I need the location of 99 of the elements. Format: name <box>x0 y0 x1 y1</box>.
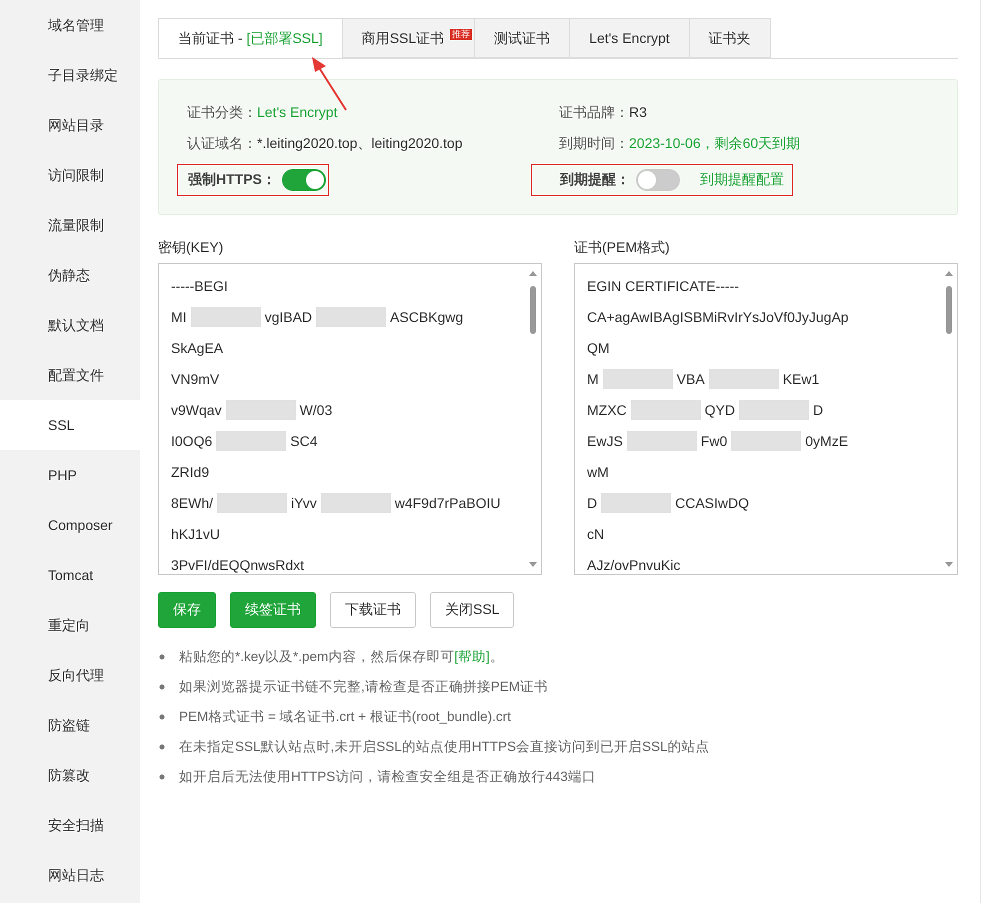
bullet-icon <box>159 744 165 750</box>
sidebar-item[interactable]: 伪静态 <box>0 250 140 300</box>
sidebar-item[interactable]: PHP <box>0 450 140 500</box>
tab[interactable]: 证书夹 <box>688 18 771 58</box>
code-text: CA+agAwIBAgISBMiRvIrYsJoVf0JyJugAp <box>587 308 849 327</box>
sidebar-item[interactable]: 子目录绑定 <box>0 50 140 100</box>
sidebar-item[interactable]: 域名管理 <box>0 0 140 50</box>
sidebar-item[interactable]: SSL <box>0 400 140 450</box>
sidebar-item[interactable]: 防盗链 <box>0 700 140 750</box>
code-text: EGIN CERTIFICATE----- <box>587 276 739 296</box>
redaction-mark <box>626 430 697 450</box>
sidebar-item[interactable]: Composer <box>0 500 140 550</box>
field-label: 证书(PEM格式) <box>574 238 671 257</box>
redaction-mark <box>708 368 779 388</box>
field-label: 到期时间： <box>559 135 629 151</box>
code-text: M <box>587 370 599 388</box>
sidebar-item[interactable]: 反向代理 <box>0 650 140 700</box>
code-text: 0yMzE <box>805 432 848 451</box>
code-text: 8EWh/ <box>171 494 214 512</box>
code-text: Fw0 <box>700 432 728 450</box>
redaction-mark <box>602 368 673 388</box>
field-value: 2023-10-06，剩余60天到期 <box>629 135 800 151</box>
tab[interactable]: Let's Encrypt <box>569 18 689 58</box>
note-text: 在未指定SSL默认站点时,未开启SSL的站点使用HTTPS会直接访问到已开启SSL的站点 <box>179 738 710 756</box>
bullet-icon <box>159 714 165 720</box>
code-text: W/03 <box>300 400 332 420</box>
code-text: QYD <box>704 400 736 420</box>
text-area[interactable]: EGIN CERTIFICATE----- CA+agAwIBAgISBMiRvIrYsJoVf0JyJugAp QM M VBA KEw1 MZXC QYD D EwJS Fw0 0yMzE wM D CCASIwDQ cN AJz/ovPnvuKic <box>574 263 958 575</box>
code-text: I0OQ6 <box>171 432 212 451</box>
code-text: 3PvFI/dEQQnwsRdxt <box>171 556 304 574</box>
code-text: ASCBKgwg <box>390 308 464 327</box>
code-text: VBA <box>676 370 705 388</box>
redaction-mark <box>316 306 386 326</box>
code-text: iYvv <box>291 494 317 512</box>
note-text: 粘贴您的*.key以及*.pem内容，然后保存即可[帮助]。 <box>179 648 504 666</box>
status-label: [已部署SSL] <box>246 30 323 46</box>
code-text: SkAgEA <box>171 338 224 358</box>
redaction-mark <box>739 400 810 420</box>
sidebar-item[interactable]: 重定向 <box>0 600 140 650</box>
code-text: vgIBAD <box>264 308 312 327</box>
code-text: wM <box>587 462 609 482</box>
sidebar-item[interactable]: 流量限制 <box>0 200 140 250</box>
action-button[interactable]: 关闭SSL <box>430 592 514 628</box>
bullet-icon <box>159 654 165 660</box>
code-text: w4F9d7rPaBOIU <box>394 494 501 512</box>
redaction-mark <box>226 400 296 420</box>
sidebar-item[interactable]: Tomcat <box>0 550 140 600</box>
bullet-icon <box>159 684 165 690</box>
field-label: 认证域名： <box>187 135 257 151</box>
code-text: EwJS <box>587 432 623 450</box>
field-value: Let's Encrypt <box>257 104 338 120</box>
redaction-mark <box>630 400 701 420</box>
code-text: CCASIwDQ <box>675 494 750 513</box>
sidebar-item[interactable]: 防篡改 <box>0 750 140 800</box>
tab[interactable]: 测试证书 <box>474 18 570 58</box>
code-text: MZXC <box>587 400 627 420</box>
toggle-switch[interactable] <box>636 169 680 191</box>
sidebar-item[interactable]: 网站目录 <box>0 100 140 150</box>
code-text: VN9mV <box>171 370 220 388</box>
field-value: *.leiting2020.top、leiting2020.top <box>257 135 462 151</box>
field-label: 强制HTTPS： <box>188 171 276 189</box>
code-text: SC4 <box>290 432 318 450</box>
code-text: ZRId9 <box>171 462 210 482</box>
redaction-mark <box>190 306 261 326</box>
code-text: AJz/ovPnvuKic <box>587 556 680 574</box>
redaction-mark <box>320 492 391 512</box>
tab[interactable]: 当前证书 - [已部署SSL] <box>158 18 342 58</box>
sidebar-item[interactable]: 配置文件 <box>0 350 140 400</box>
code-text: KEw1 <box>782 370 820 388</box>
toggle-switch[interactable] <box>282 169 326 191</box>
note-text: 如果浏览器提示证书链不完整,请检查是否正确拼接PEM证书 <box>179 678 548 696</box>
code-text: MI <box>171 308 187 326</box>
code-text: cN <box>587 524 604 544</box>
field-label: 密钥(KEY) <box>158 238 224 257</box>
redaction-mark <box>601 492 672 512</box>
sidebar-item[interactable]: 访问限制 <box>0 150 140 200</box>
field-label: 证书分类： <box>187 104 257 120</box>
field-label: 证书品牌： <box>559 104 629 120</box>
code-text: v9Wqav <box>171 400 222 420</box>
field-label: 到期提醒： <box>560 171 630 189</box>
text-area[interactable]: -----BEGI MI vgIBAD ASCBKgwg SkAgEA VN9mV v9Wqav W/03 I0OQ6 SC4 ZRId9 8EWh/ iYvv w4F9d7rPaBOIU hKJ1vU 3PvFI/dEQQnwsRdxt <box>158 263 542 575</box>
bullet-icon <box>159 774 165 780</box>
note-text: 如开启后无法使用HTTPS访问，请检查安全组是否正确放行443端口 <box>179 768 596 786</box>
sidebar-item[interactable]: 网站日志 <box>0 850 140 900</box>
action-button[interactable]: 下载证书 <box>330 592 416 628</box>
code-text: -----BEGI <box>171 276 228 296</box>
field-value: R3 <box>629 104 647 120</box>
recommend-badge: 推荐 <box>450 29 472 40</box>
code-text: D <box>813 400 824 420</box>
note-text: PEM格式证书 = 域名证书.crt + 根证书(root_bundle).crt <box>179 708 511 726</box>
tab[interactable]: 商用SSL证书 推荐 <box>342 18 474 58</box>
code-text: QM <box>587 338 610 358</box>
sidebar-item[interactable]: 默认文档 <box>0 300 140 350</box>
code-text: hKJ1vU <box>171 524 220 544</box>
sidebar-item[interactable]: 安全扫描 <box>0 800 140 850</box>
redaction-mark <box>216 430 286 450</box>
code-text: D <box>587 494 598 512</box>
redaction-mark <box>217 492 288 512</box>
redaction-mark <box>731 430 802 450</box>
